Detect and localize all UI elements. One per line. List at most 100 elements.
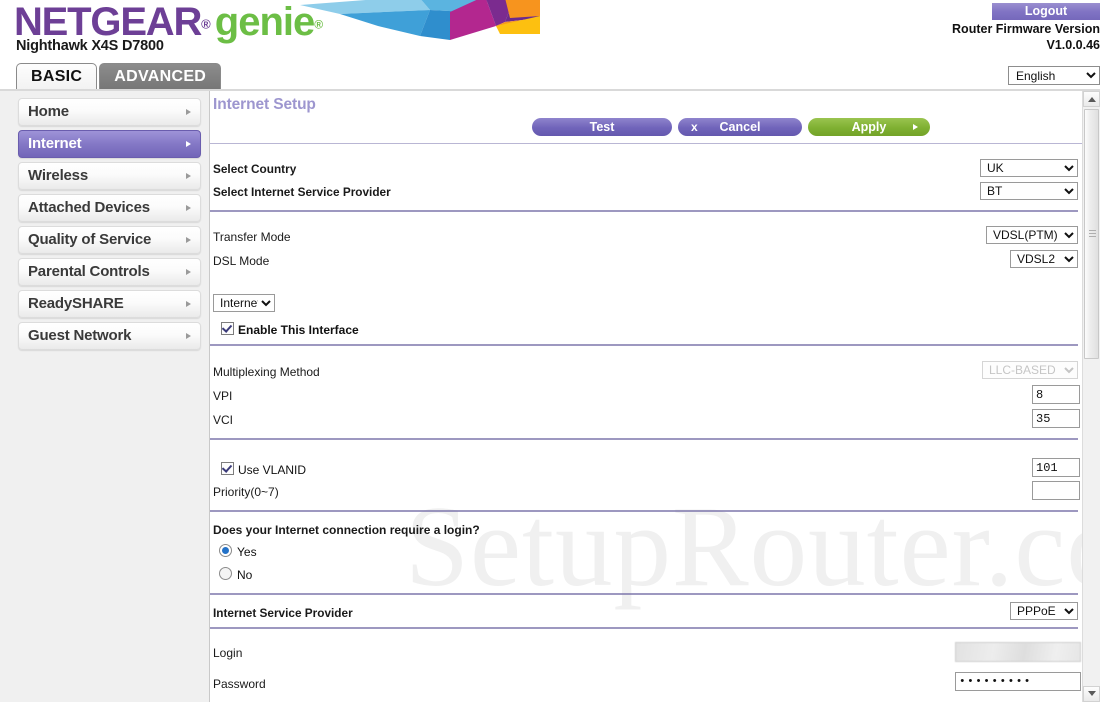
multiplexing-method-dropdown[interactable]: LLC-BASED xyxy=(982,361,1078,379)
interface-dropdown[interactable]: Internet xyxy=(213,294,275,312)
checkbox-icon[interactable] xyxy=(221,462,234,475)
transfer-mode-label: Transfer Mode xyxy=(213,230,291,244)
use-vlanid-label: Use VLANID xyxy=(238,463,307,477)
sidebar-item-label: Guest Network xyxy=(28,327,132,344)
select-country-dropdown[interactable]: UK xyxy=(980,159,1078,177)
radio-icon[interactable] xyxy=(219,544,232,557)
chevron-right-icon xyxy=(186,236,191,243)
main-content-area: SetupRouter.co Internet Setup Test x Can… xyxy=(210,91,1100,702)
sidebar-item-label: Internet xyxy=(28,135,82,152)
scrollbar-thumb[interactable] xyxy=(1084,109,1099,359)
triangle-down-icon xyxy=(1087,691,1096,696)
apply-button[interactable]: Apply xyxy=(808,118,930,136)
multiplexing-method-label: Multiplexing Method xyxy=(213,365,320,379)
registered-trademark-icon-2: ® xyxy=(314,17,324,32)
select-isp-label: Select Internet Service Provider xyxy=(213,185,391,199)
section-divider-6 xyxy=(210,627,1078,629)
password-input[interactable] xyxy=(955,672,1081,691)
triangle-up-icon xyxy=(1087,97,1096,102)
test-button-label: Test xyxy=(589,120,615,134)
chevron-right-icon xyxy=(186,172,191,179)
chevron-right-icon xyxy=(186,300,191,307)
page-header: NETGEAR® genie® Nighthawk X4S D7800 Logou… xyxy=(0,0,1100,90)
dsl-mode-dropdown[interactable]: VDSL2 xyxy=(1010,250,1078,268)
password-label: Password xyxy=(213,677,266,691)
close-icon: x xyxy=(691,120,698,134)
login-field-label: Login xyxy=(213,646,243,660)
firmware-version-value: V1.0.0.46 xyxy=(1046,38,1100,52)
firmware-version-label: Router Firmware Version xyxy=(952,22,1100,36)
brand-wordmark: NETGEAR® genie® xyxy=(14,2,323,42)
grip-icon xyxy=(1089,230,1096,239)
sidebar-item-guest-network[interactable]: Guest Network xyxy=(18,322,201,350)
cancel-button[interactable]: x Cancel xyxy=(678,118,802,136)
priority-label: Priority(0~7) xyxy=(213,485,279,499)
login-yes-label: Yes xyxy=(237,545,257,559)
sidebar-item-label: Wireless xyxy=(28,167,88,184)
sidebar-item-label: ReadySHARE xyxy=(28,295,124,312)
enable-interface-checkbox-row[interactable]: Enable This Interface xyxy=(221,322,359,337)
chevron-right-icon xyxy=(913,124,918,130)
select-country-label: Select Country xyxy=(213,162,297,176)
sidebar-item-quality-of-service[interactable]: Quality of Service xyxy=(18,226,201,254)
vci-input[interactable] xyxy=(1032,409,1080,428)
section-divider-1 xyxy=(210,210,1078,212)
chevron-right-icon xyxy=(186,332,191,339)
chevron-right-icon xyxy=(186,140,191,147)
scroll-up-button[interactable] xyxy=(1083,91,1100,107)
logout-button[interactable]: Logout xyxy=(992,3,1100,20)
sidebar-item-internet[interactable]: Internet xyxy=(18,130,201,158)
login-no-radio-row[interactable]: No xyxy=(219,567,252,582)
cancel-button-label: Cancel xyxy=(719,120,761,134)
tab-basic[interactable]: BASIC xyxy=(16,63,98,90)
sidebar-item-parental-controls[interactable]: Parental Controls xyxy=(18,258,201,286)
brand-genie-text: genie xyxy=(214,0,315,44)
sidebar-item-label: Quality of Service xyxy=(28,231,152,248)
internet-setup-form: Internet Setup Test x Cancel Apply Selec… xyxy=(210,91,1100,702)
sidebar-item-label: Home xyxy=(28,103,69,120)
sidebar-item-readyshare[interactable]: ReadySHARE xyxy=(18,290,201,318)
content-scrollbar[interactable] xyxy=(1082,91,1100,702)
toolbar-divider xyxy=(210,143,1098,144)
login-yes-radio-row[interactable]: Yes xyxy=(219,544,257,559)
chevron-right-icon xyxy=(186,268,191,275)
isp-type-label: Internet Service Provider xyxy=(213,606,353,620)
sidebar-item-attached-devices[interactable]: Attached Devices xyxy=(18,194,201,222)
sidebar-nav: Home Internet Wireless Attached Devices … xyxy=(0,91,210,702)
page-title: Internet Setup xyxy=(213,96,316,113)
apply-button-label: Apply xyxy=(851,120,887,134)
sidebar-item-wireless[interactable]: Wireless xyxy=(18,162,201,190)
test-button[interactable]: Test xyxy=(532,118,672,136)
router-model-name: Nighthawk X4S D7800 xyxy=(16,38,164,54)
enable-interface-label: Enable This Interface xyxy=(238,323,359,337)
vpi-label: VPI xyxy=(213,389,233,403)
radio-icon[interactable] xyxy=(219,567,232,580)
transfer-mode-dropdown[interactable]: VDSL(PTM) xyxy=(986,226,1078,244)
section-divider-2 xyxy=(210,344,1078,346)
checkbox-icon[interactable] xyxy=(221,322,234,335)
scroll-down-button[interactable] xyxy=(1083,686,1100,702)
section-divider-4 xyxy=(210,510,1078,512)
dsl-mode-label: DSL Mode xyxy=(213,254,270,268)
netgear-fan-logo xyxy=(300,0,540,40)
sidebar-item-label: Attached Devices xyxy=(28,199,150,216)
netgear-genie-window: NETGEAR® genie® Nighthawk X4S D7800 Logou… xyxy=(0,0,1100,702)
tab-advanced[interactable]: ADVANCED xyxy=(99,63,222,90)
priority-input[interactable] xyxy=(1032,481,1080,500)
language-select[interactable]: English xyxy=(1008,66,1100,85)
main-tabs: BASIC ADVANCED xyxy=(16,63,222,91)
sidebar-item-label: Parental Controls xyxy=(28,263,150,280)
sidebar-item-home[interactable]: Home xyxy=(18,98,201,126)
vci-label: VCI xyxy=(213,413,234,427)
isp-type-dropdown[interactable]: PPPoE xyxy=(1010,602,1078,620)
section-divider-3 xyxy=(210,438,1078,440)
registered-trademark-icon: ® xyxy=(201,16,211,32)
chevron-right-icon xyxy=(186,108,191,115)
login-input[interactable] xyxy=(955,642,1081,662)
vpi-input[interactable] xyxy=(1032,385,1080,404)
vlanid-input[interactable] xyxy=(1032,458,1080,477)
login-no-label: No xyxy=(237,568,253,582)
select-isp-dropdown[interactable]: BT xyxy=(980,182,1078,200)
login-required-question: Does your Internet connection require a … xyxy=(213,523,480,537)
use-vlanid-checkbox-row[interactable]: Use VLANID xyxy=(221,462,306,477)
